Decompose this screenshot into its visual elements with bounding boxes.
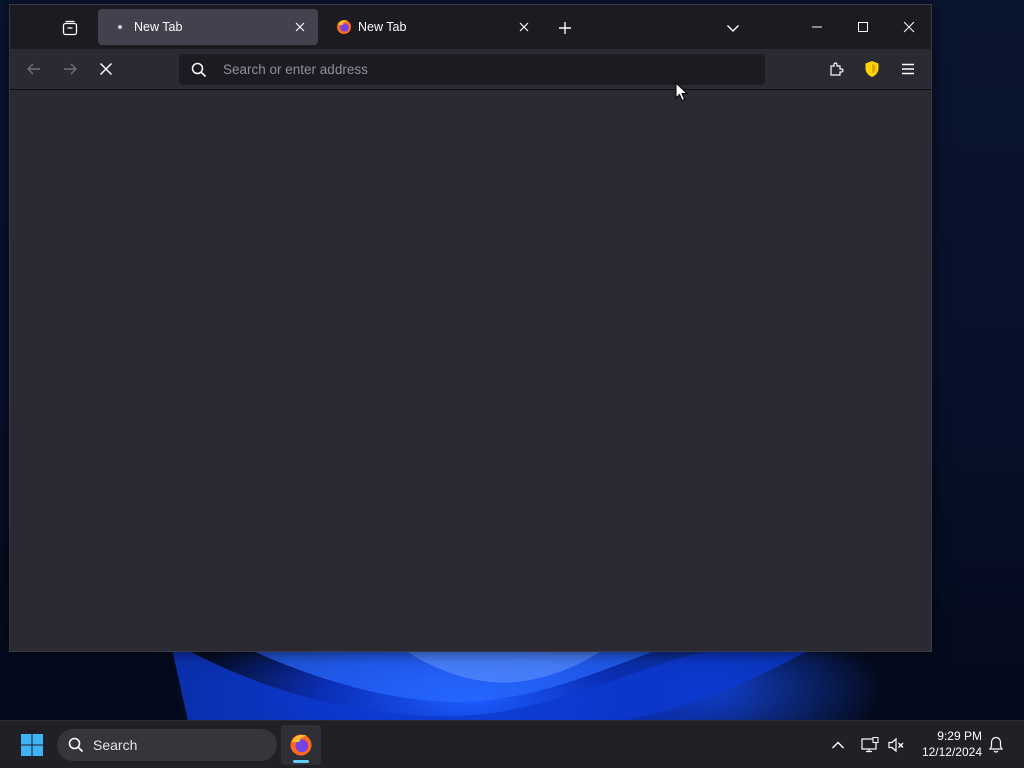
- show-hidden-icons-button[interactable]: [826, 733, 850, 757]
- stop-loading-button[interactable]: [92, 55, 120, 83]
- close-tab-button[interactable]: [512, 15, 536, 39]
- new-tab-button[interactable]: [552, 15, 578, 41]
- mouse-cursor-icon: [675, 82, 689, 102]
- app-menu-button[interactable]: [894, 55, 922, 83]
- arrow-left-icon: [27, 63, 40, 75]
- tab-title: New Tab: [134, 20, 183, 34]
- wallpaper-swirl: [170, 640, 830, 720]
- volume-button[interactable]: [884, 733, 908, 757]
- tracking-protection-button[interactable]: [858, 55, 886, 83]
- address-input[interactable]: [221, 61, 765, 78]
- taskbar-search-label: Search: [93, 737, 138, 753]
- chevron-up-icon: [832, 741, 844, 749]
- firefox-icon: [336, 19, 352, 35]
- plus-icon: [559, 22, 571, 34]
- tab-manager-button[interactable]: [56, 15, 84, 41]
- navigation-toolbar: [10, 49, 931, 90]
- bell-icon: [988, 736, 1004, 753]
- notifications-button[interactable]: [984, 733, 1008, 757]
- browser-window: New Tab New Tab: [9, 4, 932, 652]
- network-button[interactable]: [858, 733, 882, 757]
- windows-logo-icon: [21, 734, 43, 756]
- forward-button[interactable]: [56, 55, 84, 83]
- tab-title: New Tab: [358, 20, 407, 34]
- arrow-right-icon: [64, 63, 77, 75]
- stop-icon: [99, 62, 113, 76]
- close-icon: [295, 22, 305, 32]
- tab-new-tab[interactable]: New Tab: [322, 9, 542, 45]
- close-window-button[interactable]: [886, 11, 932, 43]
- extensions-button[interactable]: [822, 55, 850, 83]
- minimize-button[interactable]: [794, 11, 840, 43]
- clock-time: 9:29 PM: [937, 729, 982, 743]
- puzzle-icon: [830, 62, 844, 76]
- maximize-button[interactable]: [840, 11, 886, 43]
- tab-manager-icon: [62, 20, 78, 36]
- close-icon: [903, 21, 915, 33]
- tab-new-tab-active[interactable]: New Tab: [98, 9, 318, 45]
- maximize-icon: [858, 22, 868, 32]
- volume-muted-icon: [888, 737, 904, 753]
- search-icon: [191, 62, 207, 78]
- minimize-icon: [812, 26, 822, 28]
- hamburger-menu-icon: [902, 63, 914, 75]
- system-clock[interactable]: 9:29 PM 12/12/2024: [912, 728, 982, 760]
- back-button[interactable]: [20, 55, 48, 83]
- taskbar: Search 9:29 PM 12/12/2024: [0, 720, 1024, 768]
- close-icon: [519, 22, 529, 32]
- address-bar[interactable]: [179, 54, 765, 85]
- firefox-icon: [290, 734, 312, 756]
- taskbar-firefox-button[interactable]: [281, 725, 321, 765]
- network-icon: [861, 737, 879, 753]
- start-button[interactable]: [18, 731, 46, 759]
- close-tab-button[interactable]: [288, 15, 312, 39]
- page-content[interactable]: [10, 90, 931, 651]
- clock-date: 12/12/2024: [921, 745, 982, 759]
- loading-icon: [112, 19, 128, 35]
- tab-strip: New Tab New Tab: [10, 5, 931, 49]
- taskbar-search-box[interactable]: Search: [57, 729, 277, 761]
- list-all-tabs-button[interactable]: [720, 15, 746, 41]
- search-icon: [67, 736, 85, 754]
- running-indicator: [293, 760, 309, 763]
- chevron-down-icon: [727, 25, 739, 32]
- shield-icon: [865, 61, 879, 77]
